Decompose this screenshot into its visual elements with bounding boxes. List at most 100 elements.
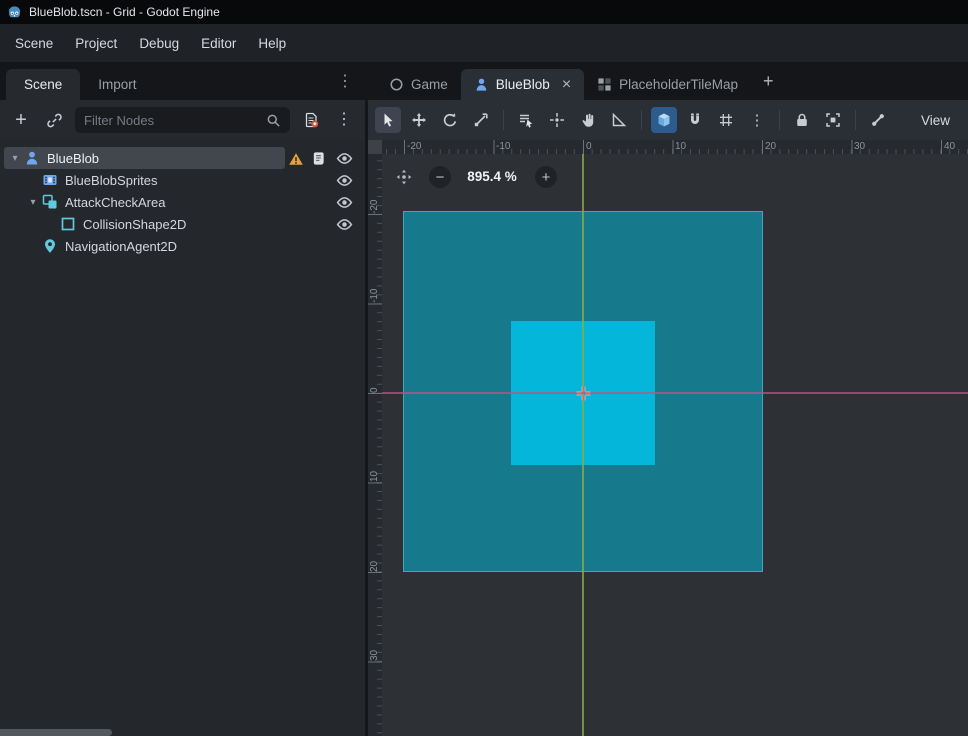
warning-icon[interactable] [287,150,304,167]
node-name: NavigationAgent2D [65,239,177,254]
instance-scene-button[interactable] [42,108,66,132]
menubar: Scene Project Debug Editor Help [0,24,968,62]
ruler-tool-button[interactable] [606,107,632,133]
area-2d-icon [42,194,60,210]
x-axis-line [382,392,968,394]
filter-nodes-field[interactable] [75,107,290,133]
menu-help[interactable]: Help [247,29,297,58]
select-tool-button[interactable] [375,107,401,133]
scale-tool-button[interactable] [468,107,494,133]
tree-row-attackcheckarea[interactable]: ▾ AttackCheckArea [0,191,365,213]
menu-scene[interactable]: Scene [4,29,64,58]
lock-button[interactable] [789,107,815,133]
navigation-agent-2d-icon [42,238,60,254]
menu-debug[interactable]: Debug [128,29,190,58]
tab-import-label: Import [98,77,136,92]
collapse-arrow-icon[interactable]: ▾ [6,153,24,164]
ruler-label: 0 [368,363,382,393]
scene-tab-placeholder-label: PlaceholderTileMap [619,77,738,92]
tree-row-blueblobsprites[interactable]: BlueBlobSprites [0,169,365,191]
character-body-2d-icon [474,77,489,92]
visibility-toggle-icon[interactable] [336,194,353,211]
ruler-label: 20 [765,140,776,153]
collapse-arrow-icon[interactable]: ▾ [24,197,42,208]
toolbar-separator [503,110,504,130]
scene-tab-bar: Game BlueBlob × PlaceholderTileMap + [368,62,968,100]
list-select-tool-button[interactable] [513,107,539,133]
scene-tab-placeholdertilemap[interactable]: PlaceholderTileMap [584,69,751,100]
tilemap-icon [597,77,612,92]
scene-dock: + ⋮ ▾ BlueBlob [0,100,365,736]
ruler-corner [368,140,382,154]
menu-editor[interactable]: Editor [190,29,247,58]
zoom-out-button[interactable]: − [429,166,451,188]
node-name: CollisionShape2D [83,217,186,232]
ruler-label: -10 [368,273,382,303]
ruler-label: 0 [586,140,592,153]
visibility-toggle-icon[interactable] [336,150,353,167]
zoom-in-button[interactable]: + [535,166,557,188]
ruler-label: 30 [368,631,382,661]
node-name: AttackCheckArea [65,195,165,210]
viewport-toolbar: ⋮ View [368,100,968,140]
ruler-label: 40 [944,140,955,153]
godot-logo-icon [7,5,22,20]
animated-sprite-2d-icon [42,172,60,188]
tree-row-blueblob[interactable]: ▾ BlueBlob [0,147,365,169]
ruler-label: 20 [368,542,382,572]
tab-scene-label: Scene [24,77,62,92]
visibility-toggle-icon[interactable] [336,216,353,233]
add-node-button[interactable]: + [9,108,33,132]
ruler-label: 30 [854,140,865,153]
scene-tab-game-label: Game [411,77,448,92]
tree-row-collisionshape2d[interactable]: CollisionShape2D [0,213,365,235]
scene-tab-blueblob[interactable]: BlueBlob × [461,69,584,100]
tab-scene[interactable]: Scene [6,69,80,100]
godot-editor-window: BlueBlob.tscn - Grid - Godot Engine Scen… [0,0,968,736]
center-view-button[interactable] [394,167,414,187]
tab-import[interactable]: Import [80,69,154,100]
pivot-tool-button[interactable] [544,107,570,133]
ruler-label: 10 [368,452,382,482]
scene-dock-toolbar: + ⋮ [0,100,365,140]
grid-snap-toggle[interactable] [682,107,708,133]
menu-project[interactable]: Project [64,29,128,58]
collision-shape-2d-icon [60,216,78,232]
origin-crosshair-icon [575,385,592,402]
snapping-options-icon[interactable]: ⋮ [744,107,770,133]
y-axis-line [582,154,584,736]
attach-script-button[interactable] [299,108,323,132]
horizontal-ruler: -20 -10 0 10 20 30 40 [382,140,968,154]
window-title: BlueBlob.tscn - Grid - Godot Engine [29,5,220,19]
2d-viewport[interactable]: − 895.4 % + [382,154,968,736]
scene-tree-options-icon[interactable]: ⋮ [332,108,356,132]
tab-strip: Scene Import ⋮ Game BlueBlob × Placehold… [0,62,968,100]
grid-toggle[interactable] [713,107,739,133]
dock-tab-bar: Scene Import ⋮ [0,62,365,100]
skeleton-options-button[interactable] [865,107,891,133]
character-body-2d-icon [24,150,42,166]
scene-tab-game[interactable]: Game [376,69,461,100]
smart-snap-toggle[interactable] [651,107,677,133]
filter-nodes-input[interactable] [84,113,260,128]
node-name: BlueBlobSprites [65,173,158,188]
move-tool-button[interactable] [406,107,432,133]
close-tab-icon[interactable]: × [562,77,571,93]
visibility-toggle-icon[interactable] [336,172,353,189]
scene-tree: ▾ BlueBlob BlueBlobSprites ▾ AttackCheck… [0,140,365,726]
node-name: BlueBlob [47,151,99,166]
group-button[interactable] [820,107,846,133]
scene-dock-horizontal-scrollbar[interactable] [0,729,112,736]
ruler-label: -20 [407,140,421,153]
pan-tool-button[interactable] [575,107,601,133]
titlebar: BlueBlob.tscn - Grid - Godot Engine [0,0,968,24]
script-icon[interactable] [310,150,327,167]
rotate-tool-button[interactable] [437,107,463,133]
dock-options-icon[interactable]: ⋮ [325,71,365,91]
zoom-level[interactable]: 895.4 % [454,166,530,188]
view-menu-button[interactable]: View [910,108,961,133]
new-scene-tab-button[interactable]: + [751,71,786,92]
ruler-label: -20 [368,184,382,214]
tree-row-navigationagent2d[interactable]: NavigationAgent2D [0,235,365,257]
game-view-icon [389,77,404,92]
